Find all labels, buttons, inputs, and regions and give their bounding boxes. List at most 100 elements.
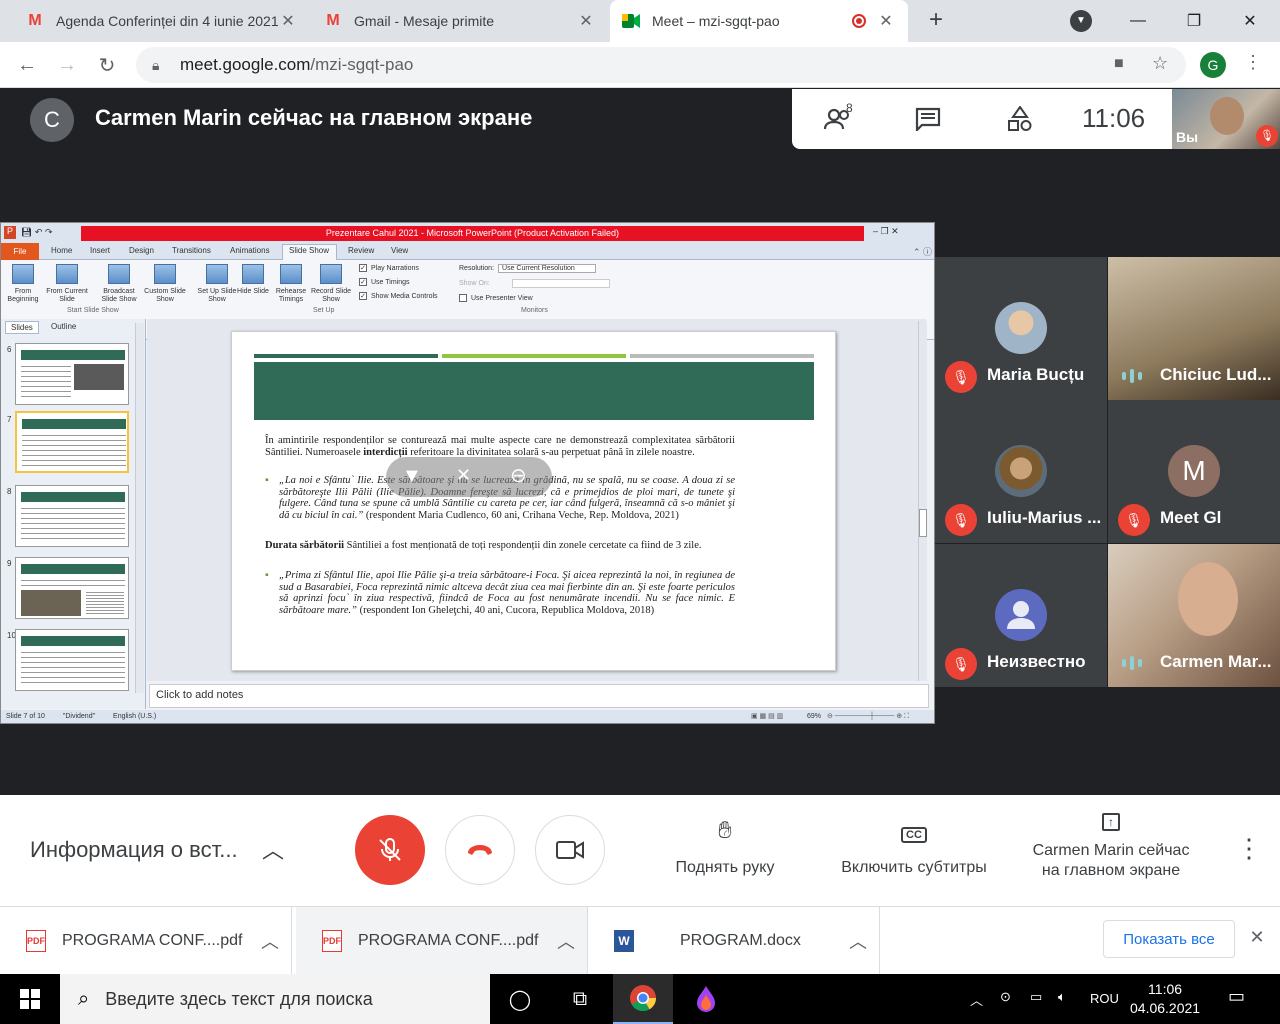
ppt-tab-design[interactable]: Design bbox=[129, 246, 154, 255]
chat-icon[interactable] bbox=[906, 99, 950, 139]
ppt-tab-transitions[interactable]: Transitions bbox=[172, 246, 211, 255]
taskbar-clock[interactable]: 11:06 04.06.2021 bbox=[1130, 980, 1200, 1018]
mute-presentation-icon[interactable]: ✕ bbox=[456, 465, 471, 486]
play-narrations-checkbox[interactable]: ✓ Play Narrations bbox=[359, 264, 438, 272]
close-tab-icon[interactable]: ✕ bbox=[278, 11, 298, 31]
back-icon[interactable]: ← bbox=[12, 50, 42, 80]
reload-icon[interactable]: ↻ bbox=[92, 50, 122, 80]
ppt-from-beginning-button[interactable]: From Beginning bbox=[1, 264, 45, 304]
present-now-button[interactable]: ↑ Carmen Marin сейчас на главном экране bbox=[1030, 805, 1192, 881]
browser-tab-agenda[interactable]: M Agenda Conferinței din 4 iunie 2021 ✕ bbox=[14, 0, 310, 42]
bookmark-star-icon[interactable]: ☆ bbox=[1152, 53, 1168, 74]
browser-tab-meet[interactable]: Meet – mzi-sgqt-pao ✕ bbox=[610, 0, 908, 42]
close-downloads-icon[interactable]: ✕ bbox=[1244, 927, 1270, 953]
raise-hand-button[interactable]: ✋︎ Поднять руку bbox=[665, 817, 785, 877]
display-icon[interactable]: ▭ bbox=[1030, 989, 1042, 1005]
slide-thumbnail[interactable] bbox=[15, 485, 129, 547]
use-timings-checkbox[interactable]: ✓ Use Timings bbox=[359, 278, 438, 286]
new-tab-button[interactable]: + bbox=[922, 6, 950, 34]
remove-icon[interactable]: ⊖ bbox=[510, 463, 527, 488]
meeting-info-button[interactable]: Информация о вст... bbox=[30, 837, 238, 863]
ppt-from-current-button[interactable]: From Current Slide bbox=[45, 264, 89, 304]
more-options-icon[interactable]: ⋮ bbox=[1236, 833, 1262, 864]
ppt-custom-show-button[interactable]: Custom Slide Show bbox=[143, 264, 187, 304]
presenter-view-checkbox[interactable]: Use Presenter View bbox=[459, 294, 610, 302]
captions-button[interactable]: CC Включить субтитры bbox=[830, 817, 998, 877]
pin-icon[interactable]: ▼ bbox=[402, 465, 422, 488]
resolution-select[interactable]: Resolution: Use Current Resolution bbox=[459, 264, 610, 273]
participant-tile[interactable]: 🎙︎ Maria Bucțu bbox=[935, 257, 1107, 400]
profile-avatar[interactable]: G bbox=[1200, 52, 1226, 78]
ppt-tab-insert[interactable]: Insert bbox=[90, 246, 110, 255]
ppt-tab-home[interactable]: Home bbox=[51, 246, 72, 255]
volume-icon[interactable]: 🔈︎ bbox=[1058, 989, 1066, 1005]
ppt-broadcast-button[interactable]: Broadcast Slide Show bbox=[97, 264, 141, 304]
participant-tile[interactable]: 🎙︎ Iuliu-Marius ... bbox=[935, 400, 1107, 543]
network-icon[interactable]: ⊙ bbox=[1000, 989, 1011, 1005]
participant-tile[interactable]: 🎙︎ Неизвестно bbox=[935, 544, 1107, 687]
task-view-icon[interactable]: ⧉ bbox=[550, 974, 610, 1024]
participant-tile[interactable]: Chiciuc Lud... bbox=[1108, 257, 1280, 400]
close-tab-icon[interactable]: ✕ bbox=[576, 11, 596, 31]
ppt-tab-review[interactable]: Review bbox=[348, 246, 374, 255]
mic-toggle-button[interactable] bbox=[355, 815, 425, 885]
show-on-select[interactable]: Show On: bbox=[459, 279, 610, 288]
leave-call-button[interactable] bbox=[445, 815, 515, 885]
windows-start-icon[interactable] bbox=[0, 974, 60, 1024]
chevron-up-icon[interactable]: ︿ bbox=[557, 928, 587, 954]
show-all-downloads-button[interactable]: Показать все bbox=[1103, 920, 1235, 958]
participant-tile[interactable]: Carmen Mar... bbox=[1108, 544, 1280, 687]
ppt-tab-view[interactable]: View bbox=[391, 246, 408, 255]
participant-name: Iuliu-Marius ... bbox=[987, 508, 1102, 527]
forward-icon[interactable]: → bbox=[52, 50, 82, 80]
chevron-up-icon[interactable]: ︿ bbox=[262, 833, 284, 865]
ppt-rehearse-button[interactable]: Rehearse Timings bbox=[269, 264, 313, 304]
ppt-tab-animations[interactable]: Animations bbox=[230, 246, 270, 255]
view-buttons-icon[interactable]: ▣ ▦ ▤ ▥ bbox=[751, 712, 783, 720]
slide-thumbnail-selected[interactable] bbox=[15, 411, 129, 473]
cortana-icon[interactable]: ◯ bbox=[490, 974, 550, 1024]
close-window-icon[interactable]: ✕ bbox=[1222, 0, 1278, 42]
tab-search-icon[interactable]: ▼ bbox=[1070, 10, 1092, 32]
taskbar-search-input[interactable]: ⌕ Введите здесь текст для поиска bbox=[60, 974, 490, 1024]
show-media-controls-checkbox[interactable]: ✓ Show Media Controls bbox=[359, 292, 438, 300]
self-view-tile[interactable]: Вы 🎙︎ bbox=[1172, 89, 1280, 149]
chevron-up-icon[interactable]: ︿ bbox=[849, 928, 879, 954]
zoom-slider[interactable]: ⊖ ───────┼──── ⊕ ⛶ bbox=[827, 712, 909, 721]
slide-scrollbar[interactable] bbox=[918, 321, 927, 681]
ppt-window-controls[interactable]: – ❐ ✕ bbox=[873, 226, 899, 237]
ppt-help-icon[interactable]: ⌃ ⓘ bbox=[913, 245, 932, 258]
maximize-icon[interactable]: ❐ bbox=[1166, 0, 1222, 42]
browser-tab-gmail[interactable]: M Gmail - Mesaje primite ✕ bbox=[312, 0, 608, 42]
slides-tab[interactable]: Slides bbox=[5, 321, 39, 334]
chrome-taskbar-icon[interactable] bbox=[613, 974, 673, 1024]
download-item[interactable]: PDF PROGRAMA CONF....pdf ︿ bbox=[0, 907, 292, 975]
outline-tab[interactable]: Outline bbox=[51, 322, 76, 331]
download-item[interactable]: W PROGRAM.docx ︿ bbox=[588, 907, 880, 975]
slide-thumbnail[interactable] bbox=[15, 557, 129, 619]
paint-app-icon[interactable] bbox=[676, 974, 736, 1024]
camera-indicator-icon[interactable]: ■ bbox=[1114, 55, 1124, 73]
language-indicator[interactable]: ROU bbox=[1090, 991, 1119, 1006]
close-tab-icon[interactable]: ✕ bbox=[876, 11, 896, 31]
slides-scrollbar[interactable] bbox=[135, 323, 144, 693]
ppt-tab-slide-show[interactable]: Slide Show bbox=[289, 246, 329, 255]
camera-toggle-button[interactable] bbox=[535, 815, 605, 885]
address-bar[interactable]: 🔒︎ meet.google.com/mzi-sgqt-pao ■ ☆ bbox=[136, 47, 1186, 83]
mic-off-icon bbox=[379, 838, 401, 861]
ppt-record-button[interactable]: Record Slide Show bbox=[309, 264, 353, 304]
activities-icon[interactable] bbox=[998, 99, 1042, 139]
participants-icon[interactable]: 8 bbox=[816, 99, 860, 139]
tray-overflow-icon[interactable]: ︿ bbox=[970, 990, 983, 1009]
chevron-up-icon[interactable]: ︿ bbox=[261, 928, 291, 954]
participant-tile[interactable]: M 🎙︎ Meet Gl bbox=[1108, 400, 1280, 543]
download-item[interactable]: PDF PROGRAMA CONF....pdf ︿ bbox=[296, 907, 588, 975]
ppt-file-tab[interactable]: File bbox=[1, 243, 39, 260]
notifications-icon[interactable]: ▭ bbox=[1228, 986, 1245, 1007]
minimize-icon[interactable]: — bbox=[1110, 0, 1166, 42]
browser-menu-icon[interactable]: ⋮ bbox=[1244, 52, 1262, 73]
current-slide[interactable]: În amintirile respondenților se conturea… bbox=[231, 331, 836, 671]
notes-field[interactable]: Click to add notes bbox=[149, 684, 929, 708]
slide-thumbnail[interactable] bbox=[15, 343, 129, 405]
slide-thumbnail[interactable] bbox=[15, 629, 129, 691]
